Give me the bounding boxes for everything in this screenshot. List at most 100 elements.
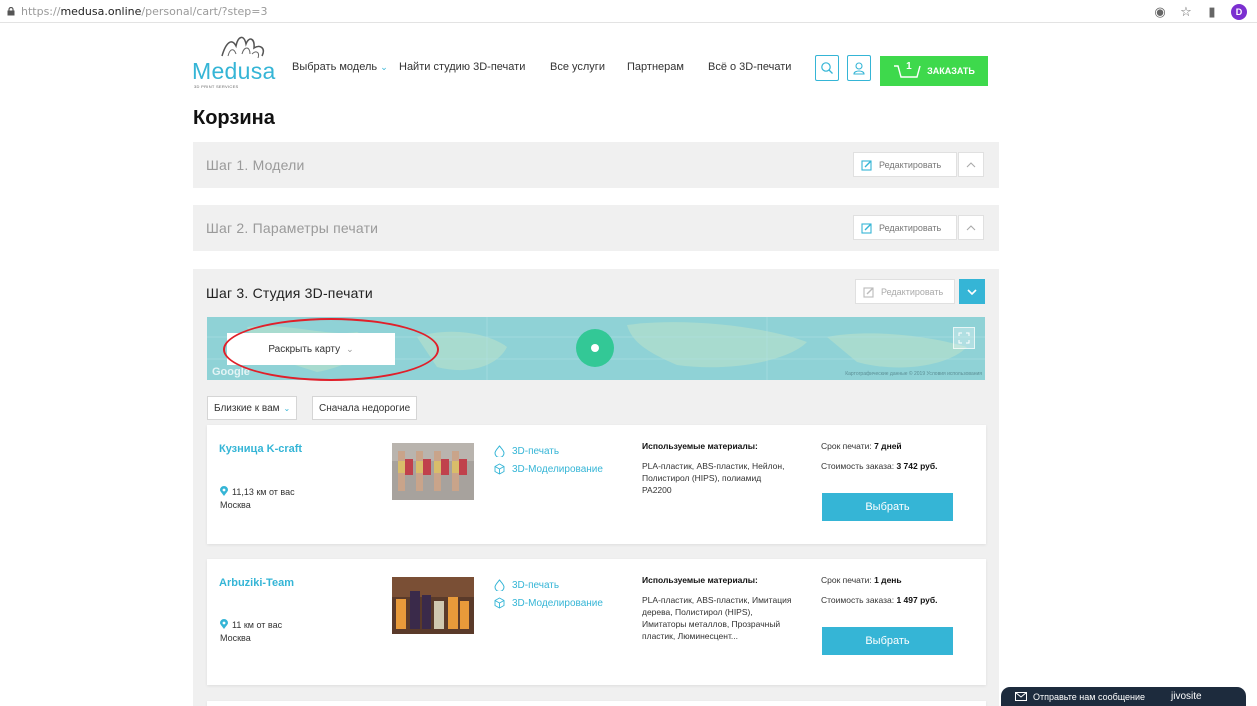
order-price: Стоимость заказа: 1 497 руб. xyxy=(821,595,938,605)
step-title: Шаг 3. Студия 3D-печати xyxy=(206,285,373,301)
materials-title: Используемые материалы: xyxy=(642,575,758,585)
cube-icon xyxy=(494,463,505,475)
service-3d-print: 3D-печать xyxy=(494,579,559,591)
nav-about-3d[interactable]: Всё о 3D-печати xyxy=(708,61,791,73)
sort-cheap-button[interactable]: Сначала недорогие xyxy=(312,396,418,420)
service-label: 3D-Моделирование xyxy=(512,597,603,609)
nav-label: Выбрать модель xyxy=(292,61,378,73)
studio-name-link[interactable]: Arbuziki-Team xyxy=(219,577,294,589)
price-value: 3 742 руб. xyxy=(896,461,938,471)
service-3d-print: 3D-печать xyxy=(494,445,559,457)
location-icon[interactable]: ◉ xyxy=(1153,4,1167,19)
service-label: 3D-Моделирование xyxy=(512,463,603,475)
order-button[interactable]: 1 ЗАКАЗАТЬ xyxy=(880,56,988,86)
search-button[interactable] xyxy=(815,55,839,81)
term-value: 7 дней xyxy=(874,441,902,451)
logo-subtitle: 3D PRINT SERVICES xyxy=(194,84,239,89)
distance-text: 11,13 км от вас xyxy=(232,486,295,497)
drop-icon xyxy=(494,579,505,591)
service-label: 3D-печать xyxy=(512,579,560,591)
user-button[interactable] xyxy=(847,55,871,81)
logo-text[interactable]: Medusa xyxy=(192,58,276,85)
order-label: ЗАКАЗАТЬ xyxy=(927,66,975,76)
fullscreen-icon xyxy=(958,332,970,344)
studio-distance: 11,13 км от вас xyxy=(220,486,295,497)
envelope-icon xyxy=(1015,692,1027,701)
studio-card xyxy=(207,701,986,706)
choose-button[interactable]: Выбрать xyxy=(822,493,953,521)
step-title: Шаг 1. Модели xyxy=(206,157,305,173)
edit-button[interactable]: Редактировать xyxy=(853,152,957,177)
studio-distance: 11 км от вас xyxy=(220,619,282,630)
profile-avatar[interactable]: D xyxy=(1231,4,1247,20)
edit-icon xyxy=(861,222,872,234)
edit-label: Редактировать xyxy=(881,286,944,297)
cube-icon xyxy=(494,597,505,609)
chevron-down-icon xyxy=(967,288,977,295)
print-term: Срок печати: 1 день xyxy=(821,575,902,585)
studio-card: Кузница K-craft 11,13 км от вас Москва 3… xyxy=(207,425,986,544)
edit-button[interactable]: Редактировать xyxy=(855,279,955,304)
price-label: Стоимость заказа: xyxy=(821,595,895,605)
star-icon[interactable]: ☆ xyxy=(1179,4,1193,19)
chat-widget[interactable]: Отправьте нам сообщение jivosite xyxy=(1001,687,1246,706)
step-1-panel: Шаг 1. Модели Редактировать xyxy=(193,142,999,188)
studio-city: Москва xyxy=(220,500,251,510)
chevron-up-icon xyxy=(966,161,976,167)
nav-choose-model[interactable]: Выбрать модель ⌄ xyxy=(292,61,388,73)
edit-icon xyxy=(861,159,872,171)
studio-city: Москва xyxy=(220,633,251,643)
drop-icon xyxy=(494,445,505,457)
order-price: Стоимость заказа: 3 742 руб. xyxy=(821,461,938,471)
edit-button[interactable]: Редактировать xyxy=(853,215,957,240)
choose-button[interactable]: Выбрать xyxy=(822,627,953,655)
edit-label: Редактировать xyxy=(879,222,942,233)
url-domain: medusa.online xyxy=(60,5,142,18)
sort-near-label: Близкие к вам xyxy=(214,402,280,414)
term-label: Срок печати: xyxy=(821,441,872,451)
expand-button[interactable] xyxy=(959,279,985,304)
page-title: Корзина xyxy=(193,107,275,129)
edit-icon xyxy=(863,286,874,298)
term-label: Срок печати: xyxy=(821,575,872,585)
sort-near-button[interactable]: Близкие к вам ⌄ xyxy=(207,396,298,420)
search-icon xyxy=(821,62,833,74)
fullscreen-button[interactable] xyxy=(953,327,975,349)
collapse-button[interactable] xyxy=(958,215,984,240)
service-label: 3D-печать xyxy=(512,445,560,457)
url-text[interactable]: https://medusa.online/personal/cart/?ste… xyxy=(21,5,268,18)
materials-title: Используемые материалы: xyxy=(642,441,758,451)
collapse-button[interactable] xyxy=(958,152,984,177)
chat-brand: jivosite xyxy=(1171,691,1202,702)
price-value: 1 497 руб. xyxy=(896,595,938,605)
print-term: Срок печати: 7 дней xyxy=(821,441,902,451)
distance-text: 11 км от вас xyxy=(232,619,283,630)
materials-text: PLA-пластик, ABS-пластик, Нейлон, Полист… xyxy=(642,461,785,495)
price-label: Стоимость заказа: xyxy=(821,461,895,471)
map-pin-icon xyxy=(220,486,228,496)
browser-address-bar[interactable]: https://medusa.online/personal/cart/?ste… xyxy=(0,0,1257,23)
materials-text: PLA-пластик, ABS-пластик, Имитация дерев… xyxy=(642,595,792,641)
nav-partners[interactable]: Партнерам xyxy=(627,61,684,73)
service-3d-modeling: 3D-Моделирование xyxy=(494,597,603,609)
chat-label: Отправьте нам сообщение xyxy=(1033,691,1146,702)
studio-card: Arbuziki-Team 11 км от вас Москва 3D-печ… xyxy=(207,559,986,685)
chevron-down-icon: ⌄ xyxy=(380,62,388,72)
step-2-panel: Шаг 2. Параметры печати Редактировать xyxy=(193,205,999,251)
user-icon xyxy=(853,62,865,75)
highlight-ellipse xyxy=(223,318,439,381)
studio-name-link[interactable]: Кузница K-craft xyxy=(219,443,302,455)
nav-find-studio[interactable]: Найти студию 3D-печати xyxy=(399,61,525,73)
cart-count: 1 xyxy=(906,61,912,72)
url-path: /personal/cart/?step=3 xyxy=(141,5,268,18)
shield-icon[interactable]: ▮ xyxy=(1205,4,1219,19)
map-attribution[interactable]: Картографические данные © 2019 Условия и… xyxy=(845,371,982,377)
nav-all-services[interactable]: Все услуги xyxy=(550,61,605,73)
url-scheme: https:// xyxy=(21,5,61,18)
term-value: 1 день xyxy=(874,575,902,585)
step-title: Шаг 2. Параметры печати xyxy=(206,220,379,236)
edit-label: Редактировать xyxy=(879,159,942,170)
studio-photo[interactable] xyxy=(392,443,474,500)
lock-icon xyxy=(7,7,15,16)
studio-photo[interactable] xyxy=(392,577,474,634)
